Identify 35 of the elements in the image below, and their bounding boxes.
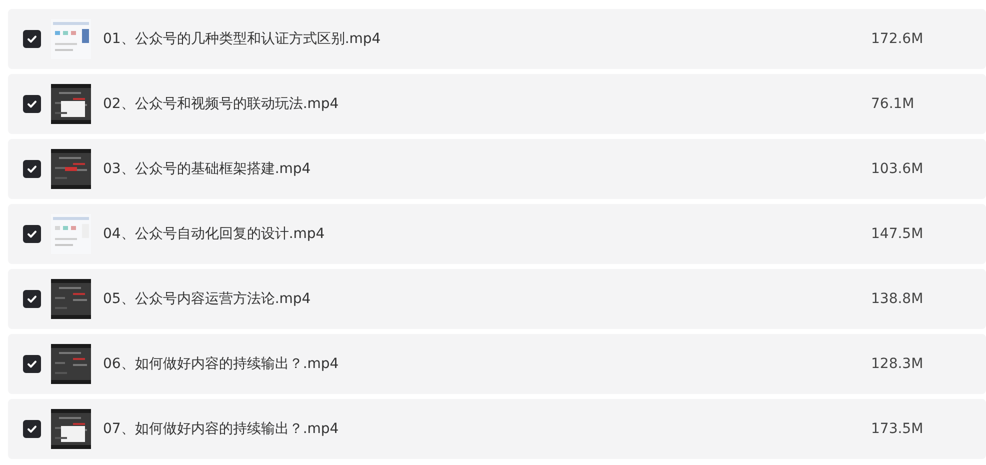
checkbox[interactable] xyxy=(23,420,41,438)
checkmark-icon xyxy=(28,426,36,433)
checkmark-icon xyxy=(28,230,36,238)
file-name: 05、公众号内容运营方法论.mp4 xyxy=(103,290,312,308)
file-size: 172.6M xyxy=(871,31,924,47)
checkmark-icon xyxy=(28,360,36,368)
checkmark-icon xyxy=(28,36,36,43)
checkbox[interactable] xyxy=(23,160,41,178)
file-row[interactable]: 07、如何做好内容的持续输出？.mp4 173.5M xyxy=(8,399,986,459)
file-name: 01、公众号的几种类型和认证方式区别.mp4 xyxy=(103,30,382,48)
file-name: 02、公众号和视频号的联动玩法.mp4 xyxy=(103,95,340,113)
checkmark-icon xyxy=(28,166,36,173)
checkbox[interactable] xyxy=(23,355,41,373)
file-size: 147.5M xyxy=(871,226,924,242)
file-row[interactable]: 01、公众号的几种类型和认证方式区别.mp4 172.6M xyxy=(8,9,986,69)
file-name: 04、公众号自动化回复的设计.mp4 xyxy=(103,225,326,243)
file-name: 07、如何做好内容的持续输出？.mp4 xyxy=(103,420,340,438)
checkbox[interactable] xyxy=(23,30,41,48)
file-name: 03、公众号的基础框架搭建.mp4 xyxy=(103,160,312,178)
file-size: 103.6M xyxy=(871,161,924,177)
checkbox[interactable] xyxy=(23,95,41,113)
checkmark-icon xyxy=(28,100,36,108)
file-row[interactable]: 04、公众号自动化回复的设计.mp4 147.5M xyxy=(8,204,986,264)
file-name: 06、如何做好内容的持续输出？.mp4 xyxy=(103,355,340,373)
checkmark-icon xyxy=(28,296,36,303)
file-size: 138.8M xyxy=(871,291,924,307)
file-row[interactable]: 02、公众号和视频号的联动玩法.mp4 76.1M xyxy=(8,74,986,134)
checkbox[interactable] xyxy=(23,225,41,243)
file-row[interactable]: 03、公众号的基础框架搭建.mp4 103.6M xyxy=(8,139,986,199)
file-size: 173.5M xyxy=(871,421,924,437)
file-size: 76.1M xyxy=(871,96,916,112)
file-size: 128.3M xyxy=(871,356,924,372)
checkbox[interactable] xyxy=(23,290,41,308)
file-row[interactable]: 06、如何做好内容的持续输出？.mp4 128.3M xyxy=(8,334,986,394)
file-row[interactable]: 05、公众号内容运营方法论.mp4 138.8M xyxy=(8,269,986,329)
